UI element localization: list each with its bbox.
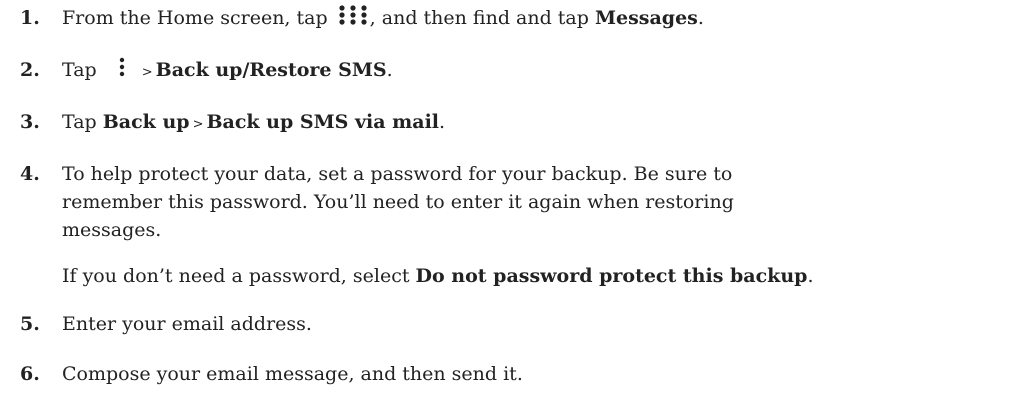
step-number: 5.: [20, 313, 40, 335]
menu-separator: >: [141, 65, 153, 80]
step-number: 2.: [20, 59, 40, 81]
menu-separator: >: [192, 117, 204, 132]
step-2: 2. Tap > Back up/Restore SMS.: [20, 56, 1009, 87]
step-text: Tap: [62, 59, 103, 81]
step-emphasis: Messages: [594, 7, 698, 29]
step-paragraph: To help protect your data, set a passwor…: [62, 163, 734, 241]
step-emphasis: Back up: [102, 111, 190, 133]
step-4: 4. To help protect your data, set a pass…: [20, 160, 814, 290]
step-number: 1.: [20, 7, 40, 29]
step-6: 6. Compose your email message, and then …: [20, 360, 1009, 388]
step-emphasis: Back up/Restore SMS: [155, 59, 387, 81]
step-5: 5. Enter your email address.: [20, 310, 1009, 338]
step-number: 6.: [20, 363, 40, 385]
step-text: Tap: [62, 111, 103, 133]
step-text: .: [697, 7, 704, 29]
more-vertical-icon: [119, 57, 124, 77]
step-1: 1. From the Home screen, tap , and then …: [20, 4, 1009, 32]
step-text: .: [439, 111, 446, 133]
step-text: .: [807, 265, 814, 287]
step-note: If you don’t need a password, select Do …: [62, 262, 814, 290]
step-text: Enter your email address.: [62, 313, 312, 335]
step-text: From the Home screen, tap: [62, 7, 334, 29]
step-number: 4.: [20, 163, 40, 185]
step-text: .: [386, 59, 393, 81]
step-number: 3.: [20, 111, 40, 133]
step-text: Compose your email message, and then sen…: [62, 363, 523, 385]
step-3: 3. Tap Back up > Back up SMS via mail.: [20, 108, 1009, 139]
step-emphasis: Back up SMS via mail: [206, 111, 440, 133]
apps-grid-icon: [339, 5, 367, 25]
step-emphasis: Do not password protect this backup: [415, 265, 808, 287]
step-text: If you don’t need a password, select: [62, 265, 416, 287]
step-text: , and then find and tap: [369, 7, 595, 29]
